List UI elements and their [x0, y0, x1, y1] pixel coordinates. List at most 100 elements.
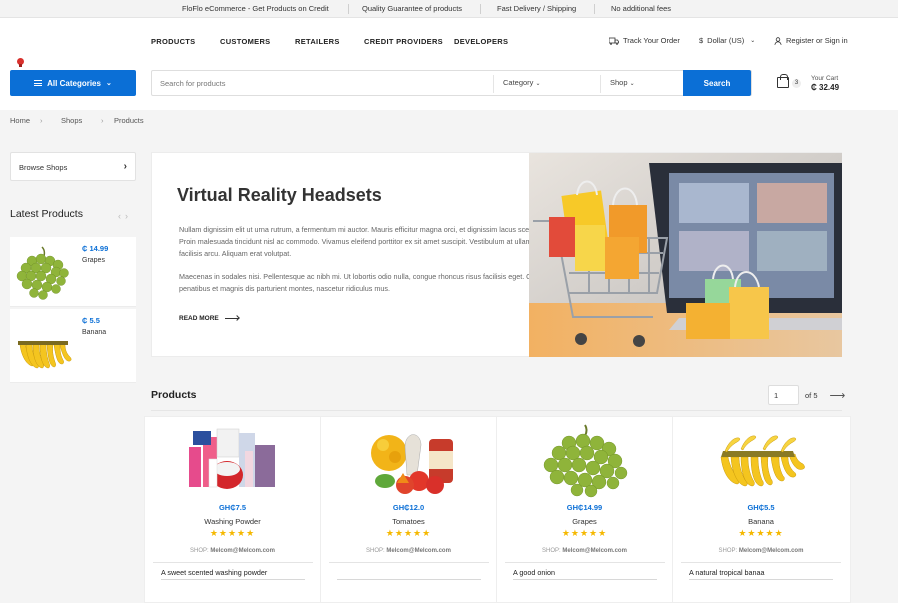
star-rating-icon: ★★★★★: [738, 528, 784, 538]
banana-image: [18, 341, 72, 369]
divider: [689, 579, 833, 580]
product-name[interactable]: Washing Powder: [145, 517, 320, 526]
latest-carousel-arrows[interactable]: ‹›: [118, 211, 132, 221]
chevron-down-icon: ⌄: [629, 81, 635, 87]
breadcrumb-home[interactable]: Home: [10, 116, 30, 125]
hero-banner: Virtual Reality Headsets Nullam dignissi…: [151, 152, 842, 357]
cart-count-badge: 3: [792, 79, 801, 88]
page-number-input[interactable]: 1: [768, 385, 799, 405]
products-grid: GH₵7.5 Washing Powder ★★★★★ SHOP: Melcom…: [144, 416, 851, 603]
shop-prefix: SHOP:: [366, 548, 385, 554]
search-bar: Search for products Category ⌄ Shop ⌄ Se…: [151, 70, 752, 96]
shop-label: SHOP: Melcom@Melcom.com: [145, 548, 320, 554]
user-icon: [774, 36, 782, 45]
product-price: GH₵12.0: [392, 503, 425, 512]
shopping-cart-image: [529, 153, 842, 357]
chevron-right-icon[interactable]: ›: [125, 211, 132, 221]
star-rating-icon: ★★★★★: [209, 528, 256, 538]
read-more-link[interactable]: READ MORE: [179, 315, 239, 322]
latest-product-item[interactable]: ₵ 14.99 Grapes: [10, 237, 136, 307]
product-name[interactable]: Banana: [673, 517, 849, 526]
topbar: FloFlo eCommerce - Get Products on Credi…: [0, 0, 898, 18]
tomatoes-image: [371, 434, 453, 494]
breadcrumb-separator-icon: ›: [101, 116, 104, 125]
product-card[interactable]: GH₵5.5 Banana ★★★★★ SHOP: Melcom@Melcom.…: [673, 417, 849, 603]
header: PRODUCTS CUSTOMERS RETAILERS CREDIT PROV…: [0, 18, 898, 110]
arrow-right-icon: [224, 318, 239, 319]
next-page-arrow-icon[interactable]: ⟶: [830, 389, 846, 402]
browse-shops-button[interactable]: Browse Shops ›: [10, 152, 136, 181]
divider: [151, 410, 842, 411]
divider: [505, 562, 665, 563]
page-total: of 5: [805, 390, 818, 400]
track-order-link[interactable]: Track Your Order: [609, 36, 680, 45]
nav-retailers[interactable]: RETAILERS: [295, 37, 340, 46]
chevron-down-icon: ⌄: [750, 38, 756, 44]
shop-name: Melcom@Melcom.com: [210, 548, 275, 554]
cart-label: Your Cart: [811, 75, 839, 82]
product-description: A natural tropical banaa: [689, 568, 765, 577]
product-card[interactable]: GH₵14.99 Grapes ★★★★★ SHOP: Melcom@Melco…: [497, 417, 673, 603]
product-description: A good onion: [513, 568, 555, 577]
topbar-item: Quality Guarantee of products: [362, 4, 463, 13]
chevron-left-icon[interactable]: ‹: [118, 211, 125, 221]
product-name: Banana: [82, 329, 107, 336]
truck-icon: [609, 37, 619, 45]
nav-customers[interactable]: CUSTOMERS: [220, 37, 270, 46]
divider: [600, 75, 601, 93]
divider: [161, 579, 305, 580]
shop-name: Melcom@Melcom.com: [386, 548, 451, 554]
divider: [594, 4, 595, 14]
breadcrumb-separator-icon: ›: [40, 116, 43, 125]
chevron-down-icon: ⌄: [105, 80, 112, 87]
topbar-item: Fast Delivery / Shipping: [497, 4, 577, 13]
latest-products-title: Latest Products: [10, 208, 83, 220]
divider: [681, 562, 841, 563]
all-categories-button[interactable]: All Categories ⌄: [10, 70, 136, 96]
currency-label: Dollar (US): [707, 36, 745, 45]
cart-amount: ₵ 32.49: [811, 83, 840, 92]
topbar-item: No additional fees: [611, 4, 672, 13]
chevron-right-icon: ›: [123, 161, 127, 172]
product-card[interactable]: GH₵7.5 Washing Powder ★★★★★ SHOP: Melcom…: [145, 417, 321, 603]
nav-credit-providers[interactable]: CREDIT PROVIDERS: [364, 37, 443, 46]
shop-prefix: SHOP:: [718, 548, 738, 554]
dollar-icon: $: [699, 36, 704, 45]
shop-label: Shop: [610, 78, 628, 87]
nav-developers[interactable]: DEVELOPERS: [454, 37, 508, 46]
nav-products[interactable]: PRODUCTS: [151, 37, 196, 46]
product-name[interactable]: Tomatoes: [321, 517, 496, 526]
shop-prefix: SHOP:: [542, 548, 561, 554]
account-link[interactable]: Register or Sign in: [774, 36, 848, 45]
menu-icon: [34, 80, 43, 86]
browse-shops-label: Browse Shops: [19, 163, 68, 172]
product-name: Grapes: [82, 257, 105, 264]
star-rating-icon: ★★★★★: [561, 528, 608, 538]
grapes-image: [543, 424, 628, 498]
product-card[interactable]: GH₵12.0 Tomatoes ★★★★★ SHOP: Melcom@Melc…: [321, 417, 497, 603]
product-price: ₵ 5.5: [82, 316, 100, 325]
search-input[interactable]: Search for products: [160, 79, 225, 88]
shop-name: Melcom@Melcom.com: [738, 548, 804, 554]
logo[interactable]: [17, 58, 24, 67]
divider: [480, 4, 481, 14]
breadcrumb-shops[interactable]: Shops: [61, 116, 82, 125]
currency-selector[interactable]: $ Dollar (US) ⌄: [699, 36, 755, 45]
category-dropdown[interactable]: Category ⌄: [503, 78, 541, 87]
shop-label: SHOP: Melcom@Melcom.com: [497, 548, 672, 554]
product-description: A sweet scented washing powder: [161, 568, 268, 577]
account-label: Register or Sign in: [786, 36, 848, 45]
shop-label: SHOP: Melcom@Melcom.com: [321, 548, 496, 554]
product-name[interactable]: Grapes: [497, 517, 672, 526]
search-button[interactable]: Search: [683, 70, 751, 96]
divider: [493, 75, 494, 93]
latest-product-item[interactable]: ₵ 5.5 Banana: [10, 309, 136, 383]
product-price: ₵ 14.99: [82, 244, 109, 253]
shop-dropdown[interactable]: Shop ⌄: [610, 78, 635, 87]
chevron-down-icon: ⌄: [535, 81, 541, 87]
track-order-label: Track Your Order: [623, 36, 680, 45]
divider: [348, 4, 349, 14]
divider: [153, 562, 313, 563]
banana-image: [720, 435, 805, 487]
hero-title: Virtual Reality Headsets: [177, 185, 382, 205]
